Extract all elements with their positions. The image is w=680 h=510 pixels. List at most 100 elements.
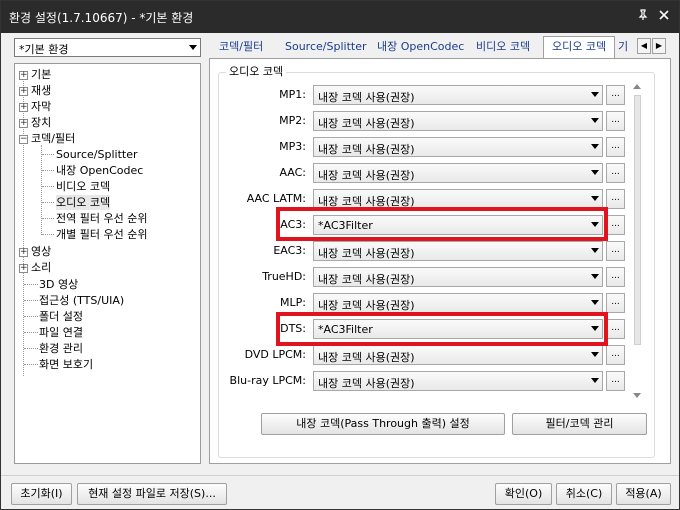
- scroll-thumb[interactable]: [634, 95, 641, 345]
- codec-options-aac-button[interactable]: ...: [606, 163, 625, 183]
- codec-select-mp3[interactable]: 내장 코덱 사용(권장): [313, 137, 603, 157]
- tree-item-accessibility[interactable]: 접근성 (TTS/UIA): [39, 293, 124, 308]
- tree-item-environment-management[interactable]: 환경 관리: [39, 341, 83, 356]
- collapse-icon[interactable]: −: [19, 135, 28, 144]
- title-bar[interactable]: 환경 설정(1.7.10667) - *기본 환경: [1, 1, 679, 33]
- tree-item-opencodec[interactable]: 내장 OpenCodec: [56, 163, 143, 178]
- tree-item-basic[interactable]: + 기본: [19, 67, 51, 82]
- expand-icon[interactable]: +: [19, 103, 28, 112]
- codec-select-mp1[interactable]: 내장 코덱 사용(권장): [313, 85, 603, 105]
- tab-scroll-left-icon[interactable]: ◀: [637, 38, 651, 54]
- tree-item-screensaver[interactable]: 화면 보호기: [39, 357, 93, 372]
- tree-item-device[interactable]: + 장치: [19, 115, 51, 130]
- codec-options-dts-button[interactable]: ...: [606, 319, 625, 339]
- vertical-scrollbar[interactable]: [631, 81, 645, 401]
- codec-options-mp3-button[interactable]: ...: [606, 137, 625, 157]
- footer-divider: [1, 475, 679, 476]
- chevron-down-icon: [591, 248, 599, 253]
- tab-source-splitter[interactable]: Source/Splitter: [277, 37, 374, 58]
- chevron-down-icon: [591, 118, 599, 123]
- codec-label-mp2: MP2:: [279, 114, 306, 127]
- tree-item-global-filter-priority[interactable]: 전역 필터 우선 순위: [56, 211, 147, 226]
- tree-item-codec-filter[interactable]: − 코덱/필터: [19, 131, 75, 146]
- codec-select-aac[interactable]: 내장 코덱 사용(권장): [313, 163, 603, 183]
- codec-select-dvd-lpcm[interactable]: 내장 코덱 사용(권장): [313, 345, 603, 365]
- codec-select-mp2[interactable]: 내장 코덱 사용(권장): [313, 111, 603, 131]
- expand-icon[interactable]: +: [19, 87, 28, 96]
- tab-opencodec[interactable]: 내장 OpenCodec: [369, 37, 472, 58]
- codec-label-dvd-lpcm: DVD LPCM:: [244, 348, 306, 361]
- tree-guide-line: [24, 332, 38, 333]
- tree-item-subtitle[interactable]: + 자막: [19, 99, 51, 114]
- tab-scroll-right-icon[interactable]: ▶: [652, 38, 666, 54]
- ok-button[interactable]: 확인(O): [495, 483, 552, 505]
- codec-options-eac3-button[interactable]: ...: [606, 241, 625, 261]
- tree-guide-line: [24, 348, 38, 349]
- chevron-down-icon: [591, 144, 599, 149]
- codec-label-eac3: EAC3:: [273, 244, 306, 257]
- codec-select-mlp-value: 내장 코덱 사용(권장): [318, 299, 415, 312]
- codec-options-ac3-button[interactable]: ...: [606, 215, 625, 235]
- codec-options-truehd-button[interactable]: ...: [606, 267, 625, 287]
- tree-item-playback[interactable]: + 재생: [19, 83, 51, 98]
- tree-item-audio[interactable]: + 소리: [19, 260, 51, 275]
- tree-guide-line: [24, 316, 38, 317]
- codec-select-bluray-lpcm-value: 내장 코덱 사용(권장): [318, 377, 415, 390]
- chevron-down-icon: [591, 170, 599, 175]
- highlight-dts: [276, 312, 608, 346]
- profile-value: *기본 환경: [19, 43, 69, 56]
- scroll-down-icon[interactable]: [633, 393, 641, 398]
- filter-codec-manage-button[interactable]: 필터/코덱 관리: [512, 413, 647, 435]
- tab-codec-filter[interactable]: 코덱/필터: [211, 37, 271, 58]
- tree-item-3d-video[interactable]: 3D 영상: [39, 277, 78, 292]
- codec-label-truehd: TrueHD:: [262, 270, 306, 283]
- tree-guide-line: [42, 202, 54, 203]
- tab-video-codec[interactable]: 비디오 코덱: [468, 37, 538, 58]
- tree-item-video[interactable]: + 영상: [19, 244, 51, 259]
- codec-label-mlp: MLP:: [280, 296, 306, 309]
- codec-options-mp2-button[interactable]: ...: [606, 111, 625, 131]
- codec-options-mp1-button[interactable]: ...: [606, 85, 625, 105]
- codec-select-mlp[interactable]: 내장 코덱 사용(권장): [313, 293, 603, 313]
- close-icon[interactable]: [656, 9, 672, 25]
- codec-select-eac3[interactable]: 내장 코덱 사용(권장): [313, 241, 603, 261]
- highlight-ac3: [276, 207, 608, 241]
- codec-select-aac-latm[interactable]: 내장 코덱 사용(권장): [313, 189, 603, 209]
- apply-button[interactable]: 적용(A): [616, 483, 671, 505]
- codec-select-bluray-lpcm[interactable]: 내장 코덱 사용(권장): [313, 371, 603, 391]
- reset-button[interactable]: 초기화(I): [11, 483, 72, 505]
- codec-label-mp1: MP1:: [279, 88, 306, 101]
- scroll-up-icon[interactable]: [633, 84, 641, 89]
- passthrough-settings-button[interactable]: 내장 코덱(Pass Through 출력) 설정: [261, 413, 505, 435]
- tab-next-clipped[interactable]: 기: [615, 37, 631, 58]
- settings-tree: + 기본 + 재생 + 자막 + 장치 − 코덱/필터 Source/Splitter 내…: [14, 63, 201, 464]
- expand-icon[interactable]: +: [19, 71, 28, 80]
- expand-icon[interactable]: +: [19, 248, 28, 257]
- tree-item-source-splitter[interactable]: Source/Splitter: [56, 147, 137, 162]
- tree-item-individual-filter-priority[interactable]: 개별 필터 우선 순위: [56, 227, 147, 242]
- expand-icon[interactable]: +: [19, 264, 28, 273]
- expand-icon[interactable]: +: [19, 119, 28, 128]
- codec-options-aac-latm-button[interactable]: ...: [606, 189, 625, 209]
- tree-guide-line: [24, 364, 38, 365]
- chevron-down-icon: [591, 300, 599, 305]
- codec-select-truehd[interactable]: 내장 코덱 사용(권장): [313, 267, 603, 287]
- codec-options-mlp-button[interactable]: ...: [606, 293, 625, 313]
- tree-item-video-codec[interactable]: 비디오 코덱: [56, 179, 110, 194]
- tab-audio-codec[interactable]: 오디오 코덱: [543, 36, 616, 59]
- tree-guide-line: [24, 284, 38, 285]
- tree-guide-line: [42, 154, 54, 155]
- tree-item-audio-codec[interactable]: 오디오 코덱: [56, 195, 111, 210]
- pin-icon[interactable]: [635, 9, 651, 25]
- save-current-settings-button[interactable]: 현재 설정 파일로 저장(S)...: [77, 483, 227, 505]
- codec-options-bluray-lpcm-button[interactable]: ...: [606, 371, 625, 391]
- codec-options-dvd-lpcm-button[interactable]: ...: [606, 345, 625, 365]
- profile-dropdown[interactable]: *기본 환경: [14, 38, 201, 57]
- codec-label-mp3: MP3:: [279, 140, 306, 153]
- cancel-button[interactable]: 취소(C): [556, 483, 612, 505]
- codec-select-aac-value: 내장 코덱 사용(권장): [318, 169, 415, 182]
- tree-item-file-association[interactable]: 파일 연결: [39, 325, 83, 340]
- tree-item-folder-settings[interactable]: 폴더 설정: [39, 309, 83, 324]
- tree-guide-line: [42, 170, 54, 171]
- chevron-down-icon: [591, 196, 599, 201]
